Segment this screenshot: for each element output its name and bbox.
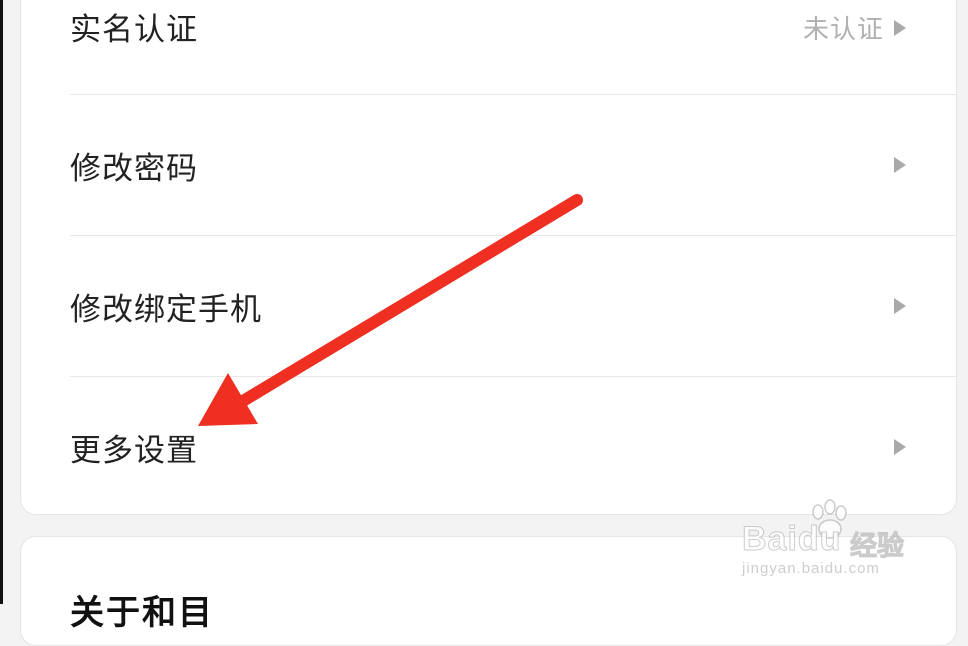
row-right <box>894 439 906 455</box>
watermark-url: jingyan.baidu.com <box>742 560 880 577</box>
chevron-right-icon <box>894 439 906 455</box>
row-label: 更多设置 <box>70 433 198 469</box>
window-edge <box>0 0 3 604</box>
chevron-right-icon <box>894 157 906 173</box>
settings-row-real-name[interactable]: 实名认证 未认证 <box>21 0 956 69</box>
chevron-right-icon <box>894 298 906 314</box>
verification-status: 未认证 <box>802 15 884 45</box>
row-right: 未认证 <box>803 9 906 46</box>
watermark-brand-cn: 经验 <box>850 531 905 563</box>
row-right <box>894 157 906 173</box>
chevron-right-icon <box>894 19 906 36</box>
settings-row-change-phone[interactable]: 修改绑定手机 <box>21 236 956 376</box>
row-label: 修改绑定手机 <box>70 292 262 328</box>
baidu-jingyan-watermark: Baidu 经验 jingyan.baidu.com <box>738 498 928 588</box>
account-settings-card: 实名认证 未认证 修改密码 修改绑定手机 更多设置 <box>20 0 957 515</box>
row-right <box>894 298 906 314</box>
settings-row-more-settings[interactable]: 更多设置 <box>21 377 956 516</box>
row-label: 修改密码 <box>70 151 198 187</box>
about-section-title: 关于和目 <box>70 593 214 633</box>
row-label: 实名认证 <box>70 12 198 48</box>
settings-row-change-password[interactable]: 修改密码 <box>21 95 956 235</box>
watermark-brand: Baidu <box>741 520 842 559</box>
